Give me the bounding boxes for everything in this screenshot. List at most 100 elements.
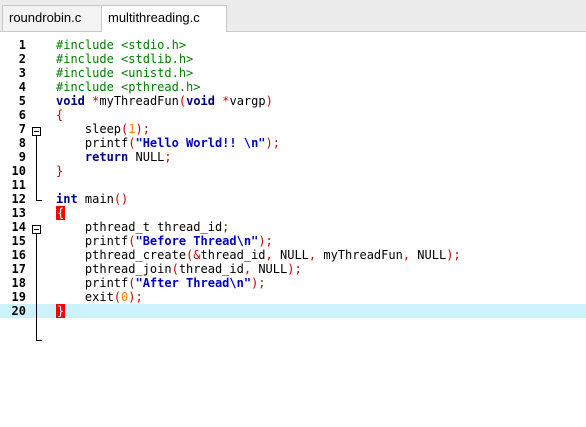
code-line-9[interactable]: 9 return NULL; bbox=[0, 150, 586, 164]
line-number: 2 bbox=[18, 52, 26, 66]
code-token: "After Thread\n" bbox=[135, 276, 252, 290]
code-line-15[interactable]: 15 printf("Before Thread\n"); bbox=[0, 234, 586, 248]
code-token: } bbox=[56, 164, 64, 178]
code-text: void *myThreadFun(void *vargp) bbox=[56, 94, 273, 108]
code-line-14[interactable]: 14 pthread_t thread_id; bbox=[0, 220, 586, 234]
code-token: { bbox=[56, 206, 66, 220]
code-token: #include <stdlib.h> bbox=[56, 52, 194, 66]
code-token: ); bbox=[128, 290, 143, 304]
line-number: 15 bbox=[11, 234, 26, 248]
line-number: 20 bbox=[11, 304, 26, 318]
code-text: return NULL; bbox=[56, 150, 172, 164]
tab-multithreading-c[interactable]: multithreading.c bbox=[101, 5, 227, 32]
code-line-4[interactable]: 4 #include <pthread.h> bbox=[0, 80, 586, 94]
code-token: { bbox=[56, 108, 64, 122]
code-token: exit bbox=[56, 290, 114, 304]
code-token: int bbox=[56, 192, 78, 206]
code-line-3[interactable]: 3 #include <unistd.h> bbox=[0, 66, 586, 80]
code-line-5[interactable]: 5 void *myThreadFun(void *vargp) bbox=[0, 94, 586, 108]
line-number: 11 bbox=[11, 178, 26, 192]
code-line-6[interactable]: 6{ bbox=[0, 108, 586, 122]
code-token: , bbox=[402, 248, 411, 262]
code-line-20[interactable]: 20} bbox=[0, 304, 586, 318]
code-line-19[interactable]: 19 exit(0); bbox=[0, 290, 586, 304]
code-token: ; bbox=[222, 220, 230, 234]
line-number: 7 bbox=[18, 122, 26, 136]
fold-toggle-icon-line-13[interactable] bbox=[32, 225, 41, 234]
code-line-18[interactable]: 18 printf("After Thread\n"); bbox=[0, 276, 586, 290]
code-text: pthread_join(thread_id, NULL); bbox=[56, 262, 302, 276]
code-text: #include <stdlib.h> bbox=[56, 52, 193, 66]
code-text: pthread_create(&thread_id, NULL, myThrea… bbox=[56, 248, 461, 262]
code-token: sleep bbox=[56, 122, 122, 136]
code-token: ( bbox=[178, 94, 187, 108]
code-token: NULL bbox=[251, 262, 288, 276]
code-token: , bbox=[243, 262, 252, 276]
line-number: 19 bbox=[11, 290, 26, 304]
code-line-13[interactable]: 13 { bbox=[0, 206, 586, 220]
line-number: 17 bbox=[11, 262, 26, 276]
code-line-7[interactable]: 7 sleep(1); bbox=[0, 122, 586, 136]
code-text: exit(0); bbox=[56, 290, 143, 304]
fold-guide-line-6 bbox=[36, 136, 37, 200]
line-number: 8 bbox=[18, 136, 26, 150]
code-token: #include <unistd.h> bbox=[56, 66, 194, 80]
line-number: 5 bbox=[18, 94, 26, 108]
code-line-11[interactable]: 11 bbox=[0, 178, 586, 192]
code-token: ); bbox=[251, 276, 266, 290]
code-token: myThreadFun bbox=[316, 248, 403, 262]
code-editor[interactable]: 1 #include <stdio.h> 2 #include <stdlib.h> 3… bbox=[0, 32, 586, 427]
code-token: NULL bbox=[410, 248, 447, 262]
code-text: } bbox=[56, 164, 63, 178]
fold-guide-line-13 bbox=[36, 234, 37, 340]
code-token: () bbox=[113, 192, 129, 206]
code-token: vargp bbox=[229, 94, 266, 108]
fold-end-marker-line-10 bbox=[36, 200, 42, 201]
code-text: #include <stdio.h> bbox=[56, 38, 186, 52]
code-token: thread_id bbox=[178, 262, 244, 276]
code-token: return bbox=[84, 150, 129, 164]
line-number: 14 bbox=[11, 220, 26, 234]
code-token: ( bbox=[171, 262, 179, 276]
code-token: 1 bbox=[128, 122, 136, 136]
code-token: ); bbox=[287, 262, 302, 276]
code-line-12[interactable]: 12 int main() bbox=[0, 192, 586, 206]
code-token: ) bbox=[265, 94, 273, 108]
code-text: #include <unistd.h> bbox=[56, 66, 193, 80]
code-token: ; bbox=[164, 150, 172, 164]
code-token: (& bbox=[186, 248, 201, 262]
code-token: ); bbox=[135, 122, 150, 136]
fold-toggle-icon-line-6[interactable] bbox=[32, 127, 41, 136]
code-line-1[interactable]: 1 #include <stdio.h> bbox=[0, 38, 586, 52]
code-token: , bbox=[265, 248, 273, 262]
code-token: printf bbox=[56, 234, 129, 248]
tab-roundrobin-c[interactable]: roundrobin.c bbox=[2, 5, 102, 31]
code-token: #include <stdio.h> bbox=[56, 38, 187, 52]
code-text: } bbox=[56, 304, 66, 318]
code-token: NULL bbox=[272, 248, 309, 262]
code-token: #include <pthread.h> bbox=[56, 80, 201, 94]
code-line-17[interactable]: 17 pthread_join(thread_id, NULL); bbox=[0, 262, 586, 276]
code-token: "Hello World!! \n" bbox=[135, 136, 266, 150]
code-text: printf("After Thread\n"); bbox=[56, 276, 266, 290]
code-token: "Before Thread\n" bbox=[135, 234, 259, 248]
code-text: printf("Before Thread\n"); bbox=[56, 234, 273, 248]
code-token: pthread_create bbox=[56, 248, 187, 262]
code-line-16[interactable]: 16 pthread_create(&thread_id, NULL, myTh… bbox=[0, 248, 586, 262]
code-token: void bbox=[186, 94, 215, 108]
code-token: myThreadFun bbox=[99, 94, 179, 108]
line-number: 10 bbox=[11, 164, 26, 178]
code-token: NULL bbox=[128, 150, 165, 164]
code-line-8[interactable]: 8 printf("Hello World!! \n"); bbox=[0, 136, 586, 150]
code-token: ); bbox=[258, 234, 273, 248]
line-number: 12 bbox=[11, 192, 26, 206]
line-number: 18 bbox=[11, 276, 26, 290]
line-number: 4 bbox=[18, 80, 26, 94]
code-line-10[interactable]: 10} bbox=[0, 164, 586, 178]
code-line-2[interactable]: 2 #include <stdlib.h> bbox=[0, 52, 586, 66]
code-text: { bbox=[56, 108, 63, 122]
code-token: main bbox=[77, 192, 114, 206]
code-text: sleep(1); bbox=[56, 122, 150, 136]
code-token: pthread_join bbox=[56, 262, 172, 276]
